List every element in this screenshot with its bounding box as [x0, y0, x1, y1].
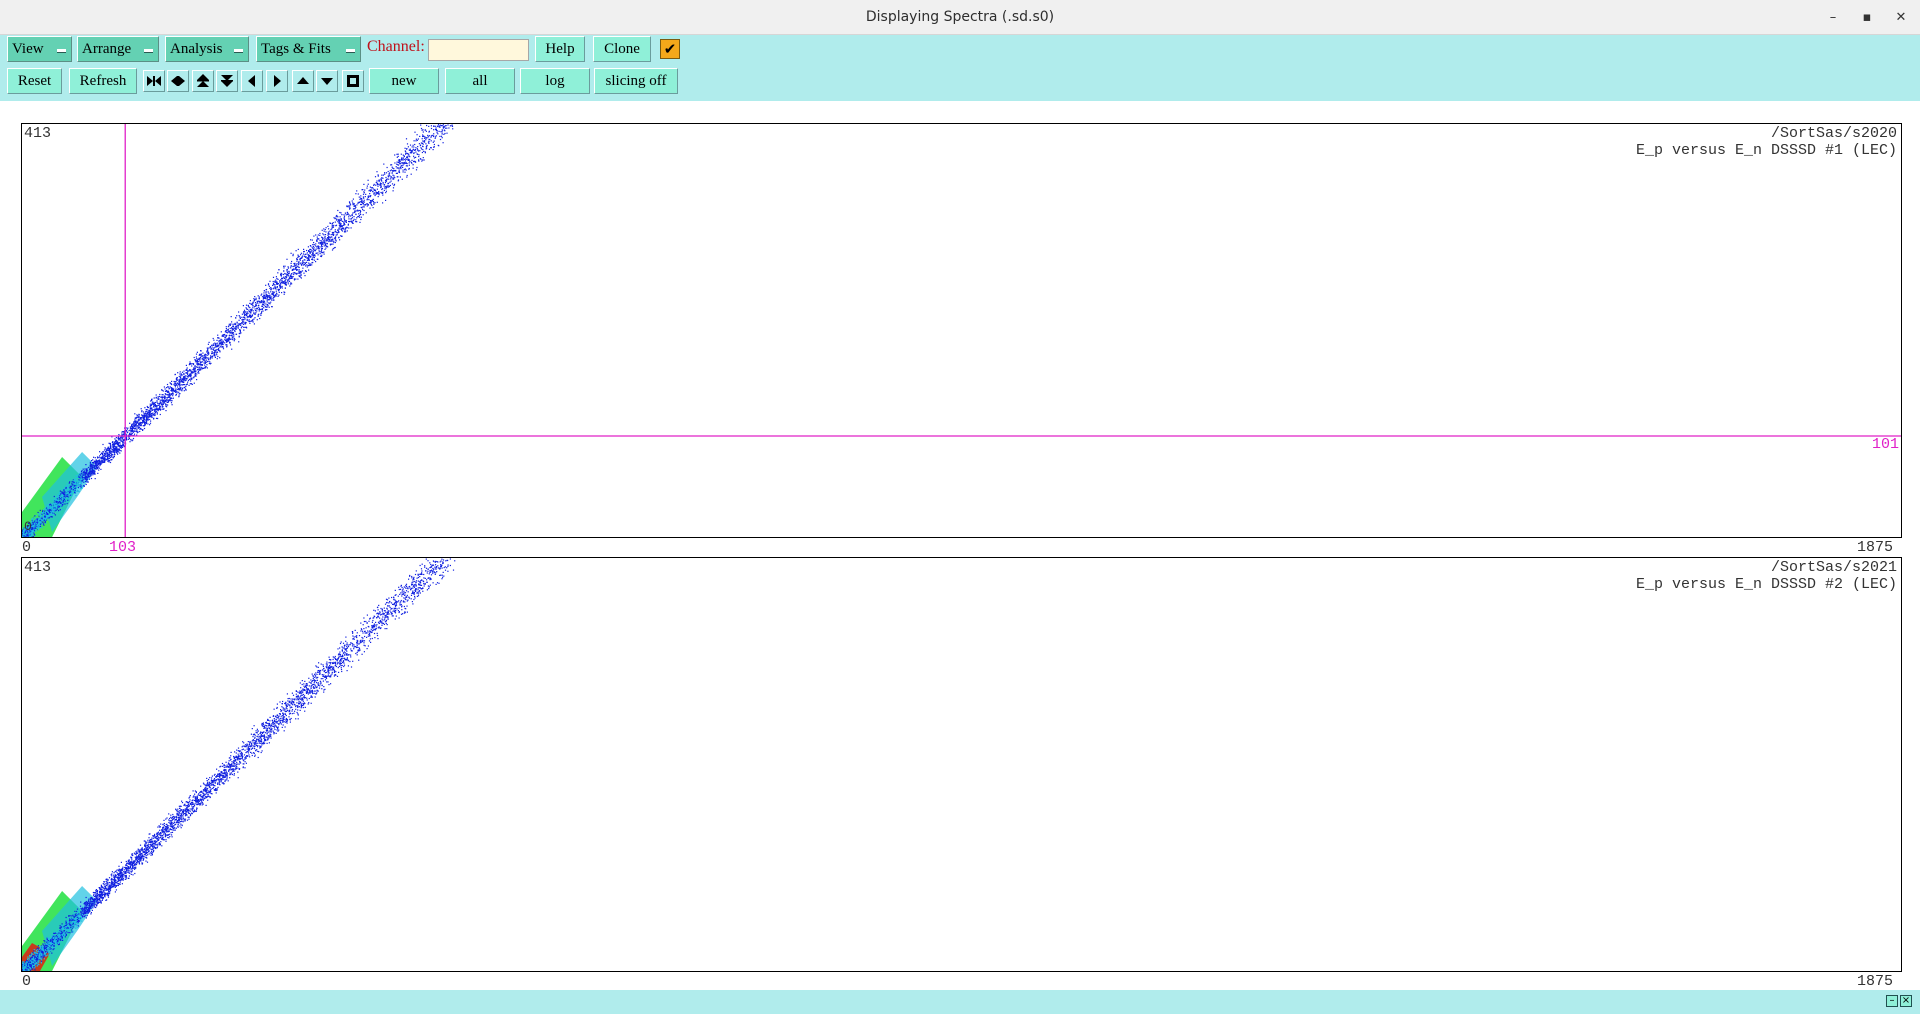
- expand-horizontal-icon[interactable]: [143, 70, 165, 92]
- dropdown-icon: [346, 49, 355, 53]
- title-bar: Displaying Spectra (.sd.s0) – ▪ ✕: [0, 0, 1920, 35]
- analysis-menu-label: Analysis: [170, 41, 223, 57]
- close-pane-icon[interactable]: ×: [1900, 995, 1912, 1007]
- help-button[interactable]: Help: [535, 36, 585, 62]
- spectrum-plot-1[interactable]: 413 0 /SortSas/s2020 E_p versus E_n DSSS…: [21, 123, 1902, 538]
- step-right-icon[interactable]: [266, 70, 288, 92]
- tags-fits-menu-label: Tags & Fits: [261, 41, 331, 57]
- arrange-menu-button[interactable]: Arrange: [77, 36, 159, 62]
- minimize-pane-icon[interactable]: –: [1886, 995, 1898, 1007]
- fit-square-icon[interactable]: [342, 70, 364, 92]
- y-max-label: 413: [24, 559, 52, 576]
- view-menu-label: View: [12, 41, 44, 57]
- window-title: Displaying Spectra (.sd.s0): [865, 9, 1055, 25]
- channel-input[interactable]: [428, 39, 529, 61]
- checkmark-icon: ✔: [663, 40, 677, 58]
- clone-button[interactable]: Clone: [593, 36, 651, 62]
- dropdown-icon: [57, 49, 66, 53]
- y-min-label: 0: [24, 519, 32, 534]
- channel-label: Channel:: [367, 38, 425, 55]
- close-icon[interactable]: ✕: [1891, 8, 1911, 28]
- x-max-label: 1875: [1857, 973, 1894, 990]
- toggle-checkbox[interactable]: ✔: [660, 39, 680, 59]
- spectrum-subtitle: E_p versus E_n DSSSD #1 (LEC): [1635, 142, 1897, 159]
- cursor-x-label: 103: [109, 539, 137, 556]
- scatter-canvas-1[interactable]: [22, 124, 1901, 537]
- status-bar: – ×: [0, 990, 1920, 1014]
- spectrum-subtitle: E_p versus E_n DSSSD #2 (LEC): [1635, 576, 1897, 593]
- plot-area: 413 0 /SortSas/s2020 E_p versus E_n DSSS…: [0, 101, 1920, 990]
- slicing-toggle-button[interactable]: slicing off: [594, 68, 678, 94]
- y-max-label: 413: [24, 125, 52, 142]
- shrink-horizontal-icon[interactable]: [167, 70, 189, 92]
- new-button[interactable]: new: [369, 68, 439, 94]
- refresh-button[interactable]: Refresh: [69, 68, 137, 94]
- minimize-icon[interactable]: –: [1823, 8, 1843, 28]
- reset-button[interactable]: Reset: [7, 68, 62, 94]
- shrink-down-icon[interactable]: [216, 70, 238, 92]
- x-min-label: 0: [22, 539, 32, 556]
- dropdown-icon: [234, 49, 243, 53]
- expand-up-icon[interactable]: [192, 70, 214, 92]
- spectrum-path: /SortSas/s2020: [1770, 125, 1897, 142]
- x-max-label: 1875: [1857, 539, 1894, 556]
- step-down-icon[interactable]: [316, 70, 338, 92]
- all-button[interactable]: all: [445, 68, 515, 94]
- spectrum-plot-2[interactable]: 413 /SortSas/s2021 E_p versus E_n DSSSD …: [21, 557, 1902, 972]
- step-left-icon[interactable]: [241, 70, 263, 92]
- spectrum-path: /SortSas/s2021: [1770, 559, 1897, 576]
- arrange-menu-label: Arrange: [82, 41, 132, 57]
- dropdown-icon: [144, 49, 153, 53]
- view-menu-button[interactable]: View: [7, 36, 72, 62]
- x-min-label: 0: [22, 973, 32, 990]
- tags-fits-menu-button[interactable]: Tags & Fits: [256, 36, 361, 62]
- scatter-canvas-2[interactable]: [22, 558, 1901, 971]
- log-button[interactable]: log: [520, 68, 590, 94]
- cursor-y-label: 101: [1871, 436, 1899, 453]
- step-up-icon[interactable]: [292, 70, 314, 92]
- analysis-menu-button[interactable]: Analysis: [165, 36, 249, 62]
- maximize-icon[interactable]: ▪: [1857, 8, 1877, 28]
